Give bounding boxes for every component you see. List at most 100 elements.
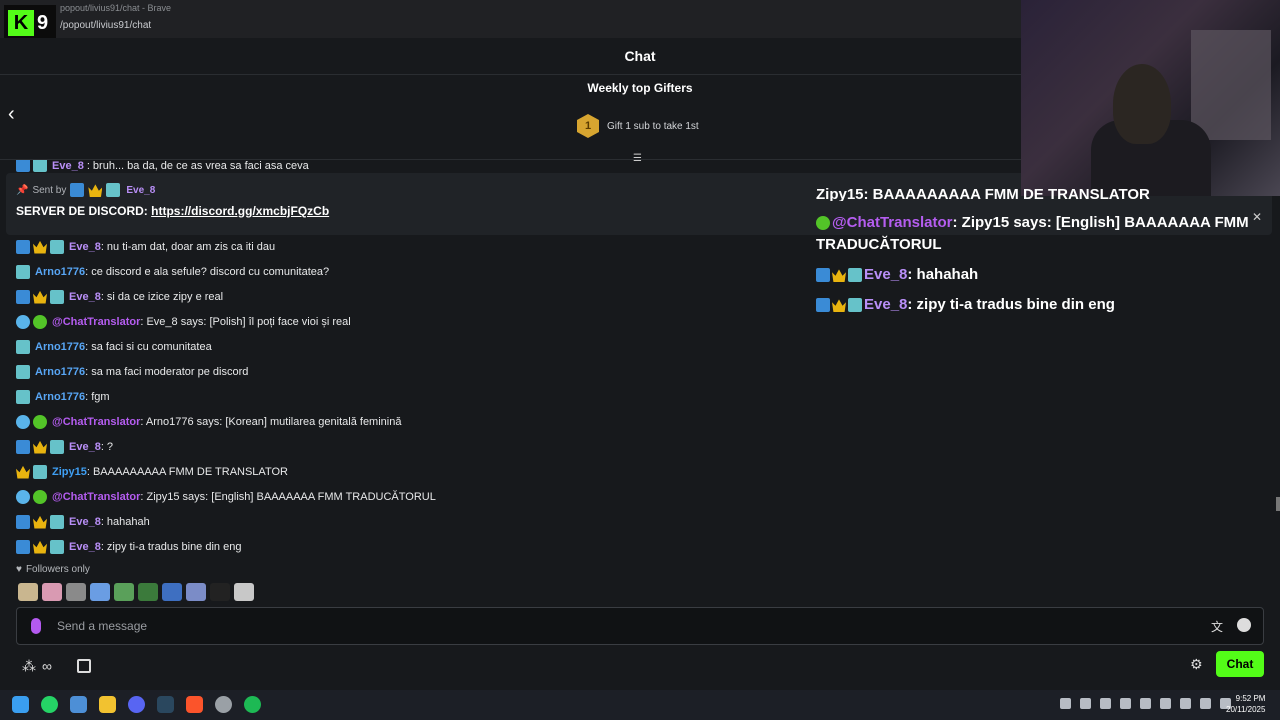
cloud-icon[interactable] xyxy=(1120,698,1131,709)
overlay-close-icon[interactable]: ✕ xyxy=(1252,210,1262,224)
emote-hat-icon[interactable] xyxy=(234,583,254,601)
emote-pepe-icon[interactable] xyxy=(138,583,158,601)
chat-message: Zipy15: BAAAAAAAAA FMM DE TRANSLATOR xyxy=(16,459,816,484)
overlay-cutoff-line: Zipy15: BAAAAAAAAA FMM DE TRANSLATOR xyxy=(816,186,1150,201)
chat-message: Arno1776: fgm xyxy=(16,384,816,409)
taskbar-apps xyxy=(12,696,261,713)
message-text: : bruh... ba da, de ce as vrea sa faci a… xyxy=(86,160,309,172)
chat-username[interactable]: Eve_8 xyxy=(69,241,101,253)
cutoff-message: Eve_8 : bruh... ba da, de ce as vrea sa … xyxy=(16,160,309,172)
subscriber-badge-icon xyxy=(50,239,64,254)
microphone-icon[interactable] xyxy=(31,618,41,634)
moderator-badge-icon xyxy=(816,298,830,313)
webcam-person-head xyxy=(1113,64,1171,144)
username[interactable]: Eve_8 xyxy=(52,160,84,172)
settings-gear-icon[interactable]: ⚙ xyxy=(1190,656,1203,673)
emote-cap-icon[interactable] xyxy=(162,583,182,601)
vip-crown-badge-icon xyxy=(33,290,47,304)
photos-icon[interactable] xyxy=(70,696,87,713)
webcam-overlay xyxy=(1021,0,1280,196)
chat-username[interactable]: @ChatTranslator xyxy=(52,316,140,328)
emote-face-icon[interactable] xyxy=(66,583,86,601)
bot-badge-icon xyxy=(16,414,30,429)
vip-crown-badge-icon xyxy=(33,540,47,554)
emoji-picker-icon[interactable] xyxy=(1237,618,1251,632)
subscriber-badge-icon xyxy=(50,514,64,529)
spotify-icon[interactable] xyxy=(244,696,261,713)
network-icon[interactable] xyxy=(1160,698,1171,709)
overlay-username: Eve_8 xyxy=(864,266,908,283)
webcam-background xyxy=(1191,30,1271,140)
verified-badge-icon xyxy=(33,489,47,504)
chat-username[interactable]: Arno1776 xyxy=(35,391,85,403)
translate-icon[interactable]: 文 xyxy=(1211,618,1223,635)
whatsapp-icon[interactable] xyxy=(41,696,58,713)
message-input[interactable] xyxy=(57,616,1157,636)
shield-icon[interactable] xyxy=(1140,698,1151,709)
browser-url[interactable]: /popout/livius91/chat xyxy=(60,20,151,31)
medal-icon: 1 xyxy=(577,114,599,138)
emote-frog-icon[interactable] xyxy=(114,583,134,601)
chat-username[interactable]: Eve_8 xyxy=(69,541,101,553)
windows-start-icon[interactable] xyxy=(12,696,29,713)
chat-username[interactable]: Eve_8 xyxy=(69,516,101,528)
chat-username[interactable]: @ChatTranslator xyxy=(52,416,140,428)
discord-icon[interactable] xyxy=(128,696,145,713)
sync-icon[interactable] xyxy=(1080,698,1091,709)
chat-username[interactable]: Arno1776 xyxy=(35,341,85,353)
store-icon[interactable] xyxy=(77,659,91,673)
chat-username[interactable]: Arno1776 xyxy=(35,366,85,378)
emote-cat-icon[interactable] xyxy=(18,583,38,601)
verified-badge-icon xyxy=(816,216,830,231)
file-explorer-icon[interactable] xyxy=(99,696,116,713)
discord-link[interactable]: https://discord.gg/xmcbjFQzCb xyxy=(151,204,329,218)
chat-username[interactable]: Eve_8 xyxy=(69,291,101,303)
kicks-button[interactable]: ⁂ ∞ xyxy=(22,658,52,675)
heart-icon: ♥ xyxy=(16,564,22,575)
subscriber-badge-icon xyxy=(33,464,47,479)
overlay-row: Eve_8: zipy ti-a tradus bine din eng xyxy=(816,294,1276,316)
back-chevron-icon[interactable]: ‹ xyxy=(8,104,24,124)
kicks-icon: ⁂ xyxy=(22,658,36,674)
pinned-label: SERVER DE DISCORD: xyxy=(16,204,152,218)
moderator-badge-icon xyxy=(70,183,85,197)
chat-message: @ChatTranslator: Arno1776 says: [Korean]… xyxy=(16,409,816,434)
moderator-badge-icon xyxy=(816,268,830,283)
brave-icon[interactable] xyxy=(186,696,203,713)
monitor-icon[interactable] xyxy=(1200,698,1211,709)
pinned-sender: 📌 Sent by Eve_8 xyxy=(16,183,155,197)
vip-crown-badge-icon xyxy=(33,440,47,454)
pinned-text: SERVER DE DISCORD: https://discord.gg/xm… xyxy=(16,204,329,218)
taskbar-clock[interactable]: 9:52 PM 20/11/2025 xyxy=(1226,693,1265,715)
subscriber-badge-icon xyxy=(848,298,862,313)
moderator-badge-icon xyxy=(16,439,30,454)
kick-logo-icon: K xyxy=(8,10,34,36)
pin-icon: 📌 xyxy=(16,184,29,196)
browser-title: popout/livius91/chat - Brave xyxy=(60,3,172,13)
chat-username[interactable]: Arno1776 xyxy=(35,266,85,278)
steam-tray-icon[interactable] xyxy=(1100,698,1111,709)
obs-icon[interactable] xyxy=(215,696,232,713)
chat-username[interactable]: Eve_8 xyxy=(69,441,101,453)
overlay-text: hahahah xyxy=(912,266,979,283)
chat-username[interactable]: @ChatTranslator xyxy=(52,491,140,503)
overlay-username: @ChatTranslator xyxy=(832,214,953,231)
chat-message-text: : Zipy15 says: [English] BAAAAAAA FMM TR… xyxy=(140,490,436,503)
pinned-username[interactable]: Eve_8 xyxy=(126,185,155,196)
emote-girl-icon[interactable] xyxy=(42,583,62,601)
chat-username[interactable]: Zipy15 xyxy=(52,466,87,478)
mic-tray-icon[interactable] xyxy=(1180,698,1191,709)
send-chat-button[interactable]: Chat xyxy=(1216,651,1264,677)
subscriber-badge-icon xyxy=(33,160,47,172)
subscriber-badge-icon xyxy=(106,183,121,197)
emote-boat-icon[interactable] xyxy=(186,583,206,601)
chat-message: @ChatTranslator: Eve_8 says: [Polish] îl… xyxy=(16,309,816,334)
chat-message: Arno1776: ce discord e ala sefule? disco… xyxy=(16,259,816,284)
emote-dark-icon[interactable] xyxy=(210,583,230,601)
infinity-icon: ∞ xyxy=(42,658,52,674)
chevron-up-icon[interactable] xyxy=(1060,698,1071,709)
steam-icon[interactable] xyxy=(157,696,174,713)
scrollbar-thumb[interactable] xyxy=(1276,497,1280,511)
gift-leader-row[interactable]: 1 Gift 1 sub to take 1st xyxy=(577,114,699,138)
emote-wings-icon[interactable] xyxy=(90,583,110,601)
